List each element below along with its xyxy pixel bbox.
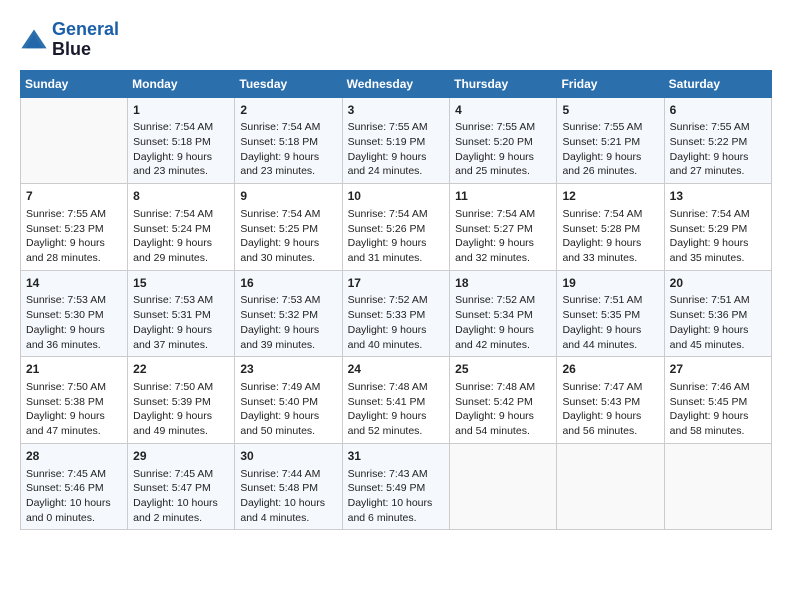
day-number: 4: [455, 102, 551, 119]
logo-text: General Blue: [52, 20, 119, 60]
day-number: 7: [26, 188, 122, 205]
logo-icon: [20, 26, 48, 54]
calendar-cell: 23Sunrise: 7:49 AMSunset: 5:40 PMDayligh…: [235, 357, 342, 444]
calendar-cell: 18Sunrise: 7:52 AMSunset: 5:34 PMDayligh…: [450, 270, 557, 357]
calendar-cell: 11Sunrise: 7:54 AMSunset: 5:27 PMDayligh…: [450, 184, 557, 271]
calendar-week-row: 14Sunrise: 7:53 AMSunset: 5:30 PMDayligh…: [21, 270, 772, 357]
day-number: 16: [240, 275, 336, 292]
calendar-cell: 1Sunrise: 7:54 AMSunset: 5:18 PMDaylight…: [128, 97, 235, 184]
day-number: 23: [240, 361, 336, 378]
column-header-monday: Monday: [128, 70, 235, 97]
day-number: 26: [562, 361, 658, 378]
day-number: 28: [26, 448, 122, 465]
calendar-cell: 27Sunrise: 7:46 AMSunset: 5:45 PMDayligh…: [664, 357, 771, 444]
day-number: 20: [670, 275, 766, 292]
calendar-cell: 13Sunrise: 7:54 AMSunset: 5:29 PMDayligh…: [664, 184, 771, 271]
day-number: 15: [133, 275, 229, 292]
calendar-cell: 8Sunrise: 7:54 AMSunset: 5:24 PMDaylight…: [128, 184, 235, 271]
calendar-cell: 12Sunrise: 7:54 AMSunset: 5:28 PMDayligh…: [557, 184, 664, 271]
logo: General Blue: [20, 20, 119, 60]
column-header-thursday: Thursday: [450, 70, 557, 97]
column-header-saturday: Saturday: [664, 70, 771, 97]
calendar-cell: [664, 443, 771, 530]
calendar-cell: 9Sunrise: 7:54 AMSunset: 5:25 PMDaylight…: [235, 184, 342, 271]
calendar-cell: 17Sunrise: 7:52 AMSunset: 5:33 PMDayligh…: [342, 270, 450, 357]
day-number: 30: [240, 448, 336, 465]
calendar-cell: 31Sunrise: 7:43 AMSunset: 5:49 PMDayligh…: [342, 443, 450, 530]
day-number: 12: [562, 188, 658, 205]
calendar-cell: 15Sunrise: 7:53 AMSunset: 5:31 PMDayligh…: [128, 270, 235, 357]
day-number: 5: [562, 102, 658, 119]
calendar-week-row: 28Sunrise: 7:45 AMSunset: 5:46 PMDayligh…: [21, 443, 772, 530]
calendar-cell: 30Sunrise: 7:44 AMSunset: 5:48 PMDayligh…: [235, 443, 342, 530]
calendar-week-row: 21Sunrise: 7:50 AMSunset: 5:38 PMDayligh…: [21, 357, 772, 444]
day-number: 27: [670, 361, 766, 378]
calendar-header-row: SundayMondayTuesdayWednesdayThursdayFrid…: [21, 70, 772, 97]
column-header-wednesday: Wednesday: [342, 70, 450, 97]
day-number: 14: [26, 275, 122, 292]
calendar-cell: 6Sunrise: 7:55 AMSunset: 5:22 PMDaylight…: [664, 97, 771, 184]
calendar-cell: 20Sunrise: 7:51 AMSunset: 5:36 PMDayligh…: [664, 270, 771, 357]
day-number: 9: [240, 188, 336, 205]
calendar-week-row: 1Sunrise: 7:54 AMSunset: 5:18 PMDaylight…: [21, 97, 772, 184]
calendar-cell: 16Sunrise: 7:53 AMSunset: 5:32 PMDayligh…: [235, 270, 342, 357]
day-number: 19: [562, 275, 658, 292]
calendar-cell: 29Sunrise: 7:45 AMSunset: 5:47 PMDayligh…: [128, 443, 235, 530]
day-number: 10: [348, 188, 445, 205]
day-number: 3: [348, 102, 445, 119]
calendar-cell: 25Sunrise: 7:48 AMSunset: 5:42 PMDayligh…: [450, 357, 557, 444]
day-number: 31: [348, 448, 445, 465]
column-header-tuesday: Tuesday: [235, 70, 342, 97]
calendar-cell: 19Sunrise: 7:51 AMSunset: 5:35 PMDayligh…: [557, 270, 664, 357]
day-number: 29: [133, 448, 229, 465]
day-number: 2: [240, 102, 336, 119]
calendar-cell: 14Sunrise: 7:53 AMSunset: 5:30 PMDayligh…: [21, 270, 128, 357]
calendar-cell: 28Sunrise: 7:45 AMSunset: 5:46 PMDayligh…: [21, 443, 128, 530]
day-number: 22: [133, 361, 229, 378]
calendar-cell: [557, 443, 664, 530]
day-number: 1: [133, 102, 229, 119]
calendar-cell: 7Sunrise: 7:55 AMSunset: 5:23 PMDaylight…: [21, 184, 128, 271]
calendar-cell: [450, 443, 557, 530]
calendar-cell: 5Sunrise: 7:55 AMSunset: 5:21 PMDaylight…: [557, 97, 664, 184]
day-number: 11: [455, 188, 551, 205]
day-number: 25: [455, 361, 551, 378]
calendar-week-row: 7Sunrise: 7:55 AMSunset: 5:23 PMDaylight…: [21, 184, 772, 271]
day-number: 6: [670, 102, 766, 119]
calendar-cell: 26Sunrise: 7:47 AMSunset: 5:43 PMDayligh…: [557, 357, 664, 444]
calendar-cell: 2Sunrise: 7:54 AMSunset: 5:18 PMDaylight…: [235, 97, 342, 184]
calendar-cell: 10Sunrise: 7:54 AMSunset: 5:26 PMDayligh…: [342, 184, 450, 271]
column-header-friday: Friday: [557, 70, 664, 97]
day-number: 17: [348, 275, 445, 292]
day-number: 18: [455, 275, 551, 292]
calendar-cell: 24Sunrise: 7:48 AMSunset: 5:41 PMDayligh…: [342, 357, 450, 444]
calendar-cell: 21Sunrise: 7:50 AMSunset: 5:38 PMDayligh…: [21, 357, 128, 444]
page-header: General Blue: [20, 20, 772, 60]
calendar-cell: 4Sunrise: 7:55 AMSunset: 5:20 PMDaylight…: [450, 97, 557, 184]
calendar-cell: 3Sunrise: 7:55 AMSunset: 5:19 PMDaylight…: [342, 97, 450, 184]
column-header-sunday: Sunday: [21, 70, 128, 97]
calendar-cell: 22Sunrise: 7:50 AMSunset: 5:39 PMDayligh…: [128, 357, 235, 444]
day-number: 24: [348, 361, 445, 378]
calendar-cell: [21, 97, 128, 184]
calendar-table: SundayMondayTuesdayWednesdayThursdayFrid…: [20, 70, 772, 531]
day-number: 8: [133, 188, 229, 205]
day-number: 21: [26, 361, 122, 378]
day-number: 13: [670, 188, 766, 205]
